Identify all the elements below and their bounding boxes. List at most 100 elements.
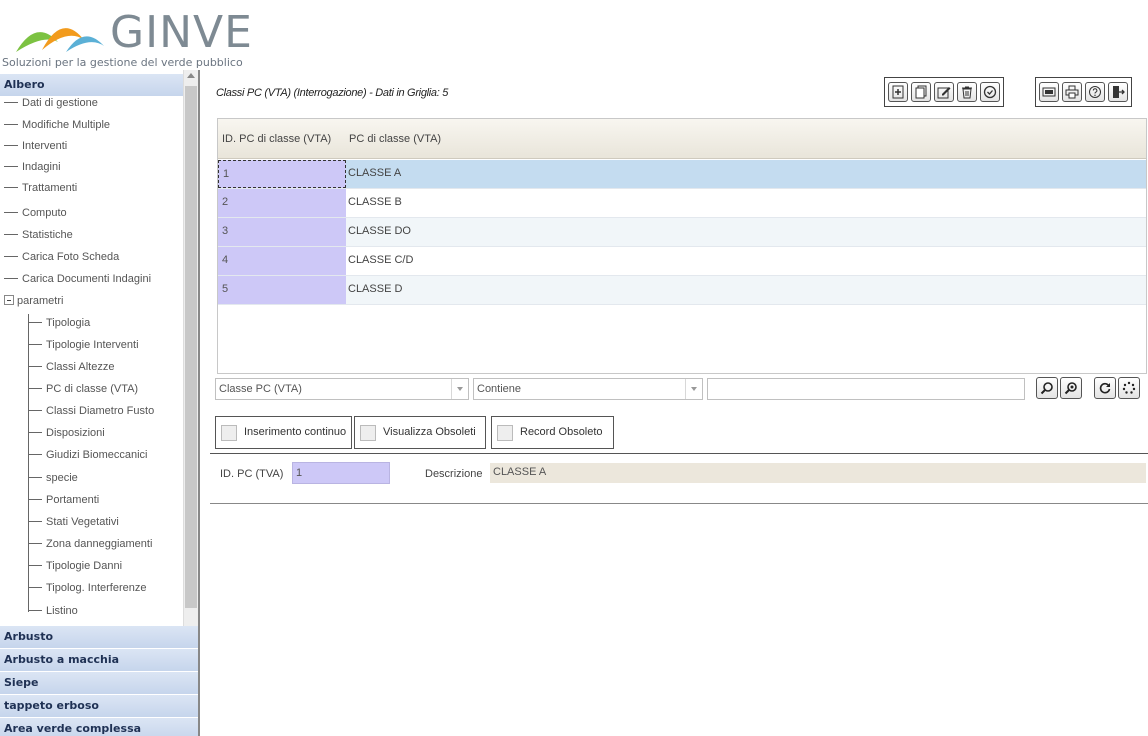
help-icon — [1089, 86, 1101, 98]
tree-item-listino[interactable]: Listino — [28, 601, 78, 621]
record-detail: ID. PC (TVA) 1 Descrizione CLASSE A — [210, 454, 1148, 504]
filter-operator-value: Contiene — [477, 383, 522, 395]
tree-item-tipologie-interventi[interactable]: Tipologie Interventi — [28, 335, 139, 355]
edit-record-button[interactable] — [934, 82, 954, 102]
sidebar-section-tappeto-erboso[interactable]: tappeto erboso — [0, 695, 198, 718]
confirm-button[interactable] — [980, 82, 1000, 102]
continuous-insert-option[interactable]: Inserimento continuo — [215, 416, 352, 449]
form-title-bar: Classi PC (VTA) (Interrogazione) - Dati … — [210, 76, 1138, 108]
record-toolbar — [884, 77, 1004, 107]
tree-item-label: Stati Vegetativi — [46, 516, 119, 528]
tree-connector-icon — [28, 453, 42, 455]
tree-item-tipologia[interactable]: Tipologia — [28, 313, 90, 333]
tree-item-label: Zona danneggiamenti — [46, 538, 153, 550]
table-row[interactable]: 1 CLASSE A — [218, 160, 1146, 189]
tree-item-disposizioni[interactable]: Disposizioni — [28, 423, 105, 443]
filter-field-value: Classe PC (VTA) — [219, 383, 302, 395]
record-obsolete-checkbox[interactable] — [497, 425, 513, 441]
scrollbar-thumb[interactable] — [185, 86, 197, 608]
table-row[interactable]: 3 CLASSE DO — [218, 218, 1146, 247]
ginve-logo-icon — [16, 28, 104, 52]
continuous-insert-checkbox[interactable] — [221, 425, 237, 441]
new-record-button[interactable] — [888, 82, 908, 102]
advanced-search-button[interactable] — [1060, 377, 1082, 399]
cell-id[interactable]: 1 — [218, 160, 346, 188]
cell-desc[interactable]: CLASSE B — [348, 196, 402, 208]
cell-id[interactable]: 5 — [218, 276, 346, 304]
tree-item-classi-diametro-fusto[interactable]: Classi Diametro Fusto — [28, 401, 154, 421]
copy-record-icon — [915, 85, 927, 99]
id-field[interactable]: 1 — [292, 462, 390, 484]
tree-item-label: Classi Diametro Fusto — [46, 405, 155, 417]
delete-record-button[interactable] — [957, 82, 977, 102]
sidebar-section-siepe[interactable]: Siepe — [0, 672, 198, 695]
dropdown-arrow-icon[interactable] — [451, 379, 468, 399]
refresh-icon — [1099, 382, 1111, 394]
show-obsolete-checkbox[interactable] — [360, 425, 376, 441]
tree-item-label: Listino — [46, 605, 78, 617]
cell-id[interactable]: 4 — [218, 247, 346, 275]
sidebar-section-arbusto-a-macchia[interactable]: Arbusto a macchia — [0, 649, 198, 672]
cell-id[interactable]: 3 — [218, 218, 346, 246]
tree-item-portamenti[interactable]: Portamenti — [28, 490, 99, 510]
tree-connector-icon — [28, 365, 42, 367]
sidebar-section-arbusto[interactable]: Arbusto — [0, 626, 198, 649]
tree-connector-icon — [4, 211, 18, 213]
sidebar-section-area-verde-complessa[interactable]: Area verde complessa — [0, 718, 198, 736]
continuous-insert-label: Inserimento continuo — [244, 426, 347, 438]
cell-desc[interactable]: CLASSE C/D — [348, 254, 413, 266]
tree-connector-icon — [28, 476, 42, 478]
tree-item-carica-documenti-indagini[interactable]: Carica Documenti Indagini — [4, 269, 151, 289]
tree-item-specie[interactable]: specie — [28, 468, 78, 488]
cell-desc[interactable]: CLASSE D — [348, 283, 402, 295]
print-button[interactable] — [1062, 82, 1082, 102]
copy-record-button[interactable] — [911, 82, 931, 102]
column-header-id[interactable]: ID. PC di classe (VTA) — [222, 133, 331, 145]
cell-desc[interactable]: CLASSE A — [348, 167, 401, 179]
tree-item-statistiche[interactable]: Statistiche — [4, 225, 73, 245]
tree-item-giudizi-biomeccanici[interactable]: Giudizi Biomeccanici — [28, 445, 147, 465]
export-button[interactable] — [1039, 82, 1059, 102]
cell-desc[interactable]: CLASSE DO — [348, 225, 411, 237]
form-title: Classi PC (VTA) (Interrogazione) - Dati … — [216, 87, 449, 99]
filter-operator-select[interactable]: Contiene — [473, 378, 703, 400]
cell-id[interactable]: 2 — [218, 189, 346, 217]
search-button[interactable] — [1036, 377, 1058, 399]
tree-item-zona-danneggiamenti[interactable]: Zona danneggiamenti — [28, 534, 152, 554]
exit-button[interactable] — [1108, 82, 1128, 102]
tree-item-classi-altezze[interactable]: Classi Altezze — [28, 357, 114, 377]
tree-item-label: Disposizioni — [46, 427, 105, 439]
tree-item-modifiche-multiple[interactable]: Modifiche Multiple — [4, 115, 110, 135]
tree-item-pc-di-classe-vta[interactable]: PC di classe (VTA) — [28, 379, 138, 399]
tree-item-tipologie-danni[interactable]: Tipologie Danni — [28, 556, 122, 576]
scroll-up-icon[interactable] — [187, 73, 195, 78]
print-icon — [1065, 85, 1079, 99]
tree-item-tipolog-interferenze[interactable]: Tipolog. Interferenze — [28, 578, 146, 598]
tree-item-indagini[interactable]: Indagini — [4, 157, 61, 177]
tree-item-label: Giudizi Biomeccanici — [46, 449, 148, 461]
tree-item-computo[interactable]: Computo — [4, 203, 67, 223]
sidebar-scrollbar[interactable] — [183, 70, 198, 626]
filter-value-input[interactable] — [707, 378, 1025, 400]
reset-filter-button[interactable] — [1118, 377, 1140, 399]
tree-item-dati-di-gestione[interactable]: Dati di gestione — [4, 93, 98, 113]
refresh-button[interactable] — [1094, 377, 1116, 399]
column-header-pc-classe[interactable]: PC di classe (VTA) — [349, 133, 441, 145]
tree-item-label: Trattamenti — [22, 182, 78, 194]
description-field[interactable]: CLASSE A — [490, 463, 1146, 483]
tree-item-stati-vegetativi[interactable]: Stati Vegetativi — [28, 512, 119, 532]
tree-item-label: Interventi — [22, 140, 68, 152]
record-obsolete-option[interactable]: Record Obsoleto — [491, 416, 614, 449]
collapse-icon[interactable] — [4, 295, 14, 306]
table-row[interactable]: 4 CLASSE C/D — [218, 247, 1146, 276]
table-row[interactable]: 5 CLASSE D — [218, 276, 1146, 305]
tree-item-trattamenti[interactable]: Trattamenti — [4, 178, 77, 198]
tree-item-parametri[interactable]: parametri — [4, 291, 63, 311]
dropdown-arrow-icon[interactable] — [685, 379, 702, 399]
help-button[interactable] — [1085, 82, 1105, 102]
show-obsolete-option[interactable]: Visualizza Obsoleti — [354, 416, 486, 449]
filter-field-select[interactable]: Classe PC (VTA) — [215, 378, 469, 400]
tree-item-interventi[interactable]: Interventi — [4, 136, 67, 156]
tree-item-carica-foto-scheda[interactable]: Carica Foto Scheda — [4, 247, 119, 267]
table-row[interactable]: 2 CLASSE B — [218, 189, 1146, 218]
